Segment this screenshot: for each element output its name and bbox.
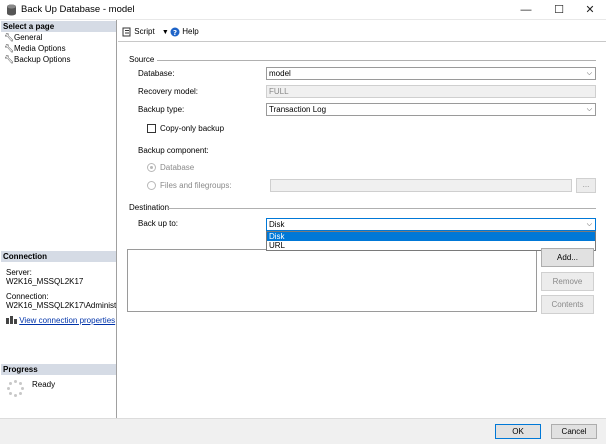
window-title: Back Up Database - model [21,4,135,15]
back-up-to-value: Disk [269,220,285,229]
database-label: Database: [138,69,175,78]
destination-divider [168,208,596,209]
chevron-down-icon[interactable]: ▼ [162,29,169,36]
copy-only-checkbox[interactable] [147,124,156,133]
server-value: W2K16_MSSQL2K17 [6,277,84,286]
destination-list[interactable] [127,249,537,312]
page-item-general[interactable]: 🔧︎General [4,32,42,43]
connection-header: Connection [1,251,116,262]
view-connection-properties[interactable]: View connection properties [6,316,115,325]
contents-button[interactable]: Contents [541,295,594,314]
progress-status: Ready [32,380,56,389]
minimize-button[interactable]: — [510,0,542,20]
source-group-header: Source [129,55,155,64]
cancel-button[interactable]: Cancel [551,424,597,439]
script-icon [122,27,131,37]
progress-spinner-icon [7,380,25,398]
progress-header: Progress [1,364,116,375]
component-files-radio[interactable] [147,181,156,190]
help-label: Help [182,27,199,36]
browse-button[interactable]: ... [576,178,596,193]
select-page-header: Select a page [1,21,116,32]
recovery-model-label: Recovery model: [138,87,199,96]
help-icon: ? [170,27,180,37]
component-database-label: Database [160,163,195,172]
wrench-icon: 🔧︎ [4,44,15,53]
copy-only-label: Copy-only backup [160,124,225,133]
close-button[interactable]: ✕ [574,0,606,20]
source-divider [157,60,596,61]
page-item-backup-options[interactable]: 🔧︎Backup Options [4,54,70,65]
database-select[interactable]: model ⌵ [266,67,596,80]
view-connection-properties-link[interactable]: View connection properties [19,316,115,325]
backup-type-select[interactable]: Transaction Log ⌵ [266,103,596,116]
backup-type-value: Transaction Log [269,105,327,114]
left-panel [0,20,117,418]
component-database-radio[interactable] [147,163,156,172]
backup-type-label: Backup type: [138,105,185,114]
chevron-down-icon: ⌵ [586,70,592,77]
maximize-button[interactable]: ☐ [543,0,575,20]
page-item-label: Media Options [14,44,66,53]
add-button[interactable]: Add... [541,248,594,267]
wrench-icon: 🔧︎ [4,33,15,42]
destination-group-header: Destination [129,203,170,212]
chevron-down-icon: ⌵ [586,106,592,113]
script-button[interactable]: Script ▼ [122,26,169,39]
connection-value: W2K16_MSSQL2K17\Administrator [6,301,116,310]
page-item-label: Backup Options [14,55,71,64]
back-up-to-select[interactable]: Disk ⌵ [266,218,596,231]
back-up-to-label: Back up to: [138,219,179,228]
recovery-model-field: FULL [266,85,596,98]
component-files-label: Files and filegroups: [160,181,232,190]
connection-icon [6,316,17,325]
database-value: model [269,69,291,78]
ok-button[interactable]: OK [495,424,541,439]
recovery-model-value: FULL [269,87,289,96]
remove-button[interactable]: Remove [541,272,594,291]
page-item-label: General [14,33,43,42]
title-bar: Back Up Database - model — ☐ ✕ [0,0,606,20]
backup-component-label: Backup component: [138,146,209,155]
help-button[interactable]: ? Help [170,26,199,38]
script-label: Script [134,27,155,36]
files-filegroups-field [270,179,572,192]
chevron-down-icon: ⌵ [586,221,592,228]
svg-text:?: ? [173,29,177,37]
database-icon [7,4,16,16]
page-item-media-options[interactable]: 🔧︎Media Options [4,43,66,54]
wrench-icon: 🔧︎ [4,55,15,64]
dropdown-option-disk[interactable]: Disk [267,232,595,241]
